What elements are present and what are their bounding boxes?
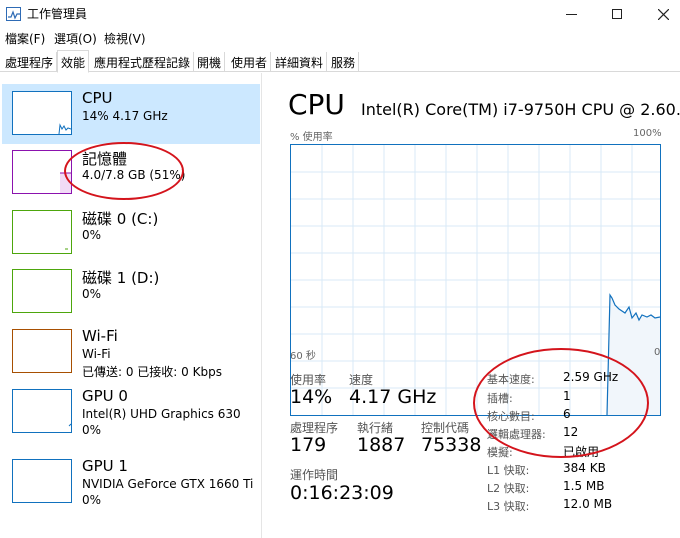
minimize-button[interactable]: [548, 0, 594, 28]
menu-bar: 檔案(F) 選項(O) 檢視(V): [0, 28, 680, 48]
disk-1-thumbnail-graph: [12, 269, 72, 313]
resource-detail: Intel(R) UHD Graphics 630: [82, 407, 241, 421]
menu-file[interactable]: 檔案(F): [5, 30, 45, 47]
specs-annotation-circle: [473, 348, 649, 458]
wifi-thumbnail-graph: [12, 329, 72, 373]
memory-thumbnail-graph: [12, 150, 72, 194]
resource-detail: 14% 4.17 GHz: [82, 109, 168, 123]
gpu-0-thumbnail-graph: [12, 389, 72, 433]
tab-startup[interactable]: 開機: [194, 52, 226, 72]
memory-annotation-circle: [64, 142, 184, 200]
maximize-button[interactable]: [594, 0, 640, 28]
tab-app-history[interactable]: 應用程式歷程記錄: [91, 52, 195, 72]
minimize-icon: [565, 13, 577, 15]
threads-value: 1887: [357, 434, 406, 456]
resource-detail-secondary: 已傳送: 0 已接收: 0 Kbps: [82, 365, 222, 379]
menu-view[interactable]: 檢視(V): [104, 30, 146, 47]
resource-detail: 0%: [82, 228, 102, 242]
tab-performance[interactable]: 效能: [57, 50, 90, 73]
resource-name: 磁碟 1 (D:): [82, 269, 160, 287]
resource-detail: Wi-Fi: [82, 347, 111, 361]
resource-name: CPU: [82, 89, 113, 107]
resource-item-gpu-0[interactable]: GPU 0 Intel(R) UHD Graphics 630 0%: [2, 382, 260, 442]
resource-detail-secondary: 0%: [82, 493, 102, 507]
resource-item-disk-0[interactable]: 磁碟 0 (C:) 0%: [2, 203, 260, 263]
close-button[interactable]: [640, 0, 680, 28]
spec-value-l2-cache: 1.5 MB: [563, 479, 605, 493]
resource-detail: 0%: [82, 287, 102, 301]
resource-detail: NVIDIA GeForce GTX 1660 Ti: [82, 477, 254, 491]
cpu-model-name: Intel(R) Core(TM) i7-9750H CPU @ 2.60...: [361, 100, 680, 119]
spec-label-l2-cache: L2 快取:: [487, 482, 530, 495]
maximize-icon: [612, 9, 622, 19]
spec-value-l3-cache: 12.0 MB: [563, 497, 613, 511]
graph-y-max-label: 100%: [633, 128, 662, 139]
panel-title: CPU: [288, 88, 345, 121]
resource-name: GPU 0: [82, 387, 128, 405]
tab-bar: 處理程序 效能 應用程式歷程記錄 開機 使用者 詳細資料 服務: [0, 50, 680, 73]
tab-processes[interactable]: 處理程序: [2, 52, 58, 72]
usage-value: 14%: [290, 386, 333, 408]
tab-details[interactable]: 詳細資料: [272, 52, 328, 72]
task-manager-icon: [6, 7, 21, 21]
resource-item-disk-1[interactable]: 磁碟 1 (D:) 0%: [2, 262, 260, 322]
cpu-thumbnail-graph: [12, 91, 72, 135]
resource-detail-secondary: 0%: [82, 423, 102, 437]
resource-item-cpu[interactable]: CPU 14% 4.17 GHz: [2, 84, 260, 144]
resource-name: GPU 1: [82, 457, 128, 475]
resource-name: 磁碟 0 (C:): [82, 210, 159, 228]
spec-value-l1-cache: 384 KB: [563, 461, 606, 475]
window-title: 工作管理員: [27, 7, 88, 21]
cpu-detail-panel: CPU Intel(R) Core(TM) i7-9750H CPU @ 2.6…: [263, 73, 680, 538]
graph-y-axis-label: % 使用率: [290, 132, 333, 143]
speed-value: 4.17 GHz: [349, 386, 437, 408]
graph-x-right-label: 0: [654, 347, 661, 358]
tab-users[interactable]: 使用者: [228, 52, 272, 72]
disk-0-thumbnail-graph: [12, 210, 72, 254]
resource-item-wifi[interactable]: Wi-Fi Wi-Fi 已傳送: 0 已接收: 0 Kbps: [2, 322, 260, 382]
resource-name: Wi-Fi: [82, 327, 118, 345]
spec-label-l3-cache: L3 快取:: [487, 500, 530, 513]
spec-label-l1-cache: L1 快取:: [487, 464, 530, 477]
handles-value: 75338: [421, 434, 482, 456]
tab-services[interactable]: 服務: [328, 52, 360, 72]
resource-item-gpu-1[interactable]: GPU 1 NVIDIA GeForce GTX 1660 Ti 0%: [2, 452, 260, 512]
graph-x-left-label: 60 秒: [290, 351, 316, 362]
title-bar: 工作管理員: [0, 0, 680, 28]
close-icon: [657, 8, 669, 20]
menu-options[interactable]: 選項(O): [54, 30, 97, 47]
uptime-value: 0:16:23:09: [290, 482, 394, 504]
processes-value: 179: [290, 434, 327, 456]
gpu-1-thumbnail-graph: [12, 459, 72, 503]
uptime-label: 運作時間: [290, 468, 339, 482]
